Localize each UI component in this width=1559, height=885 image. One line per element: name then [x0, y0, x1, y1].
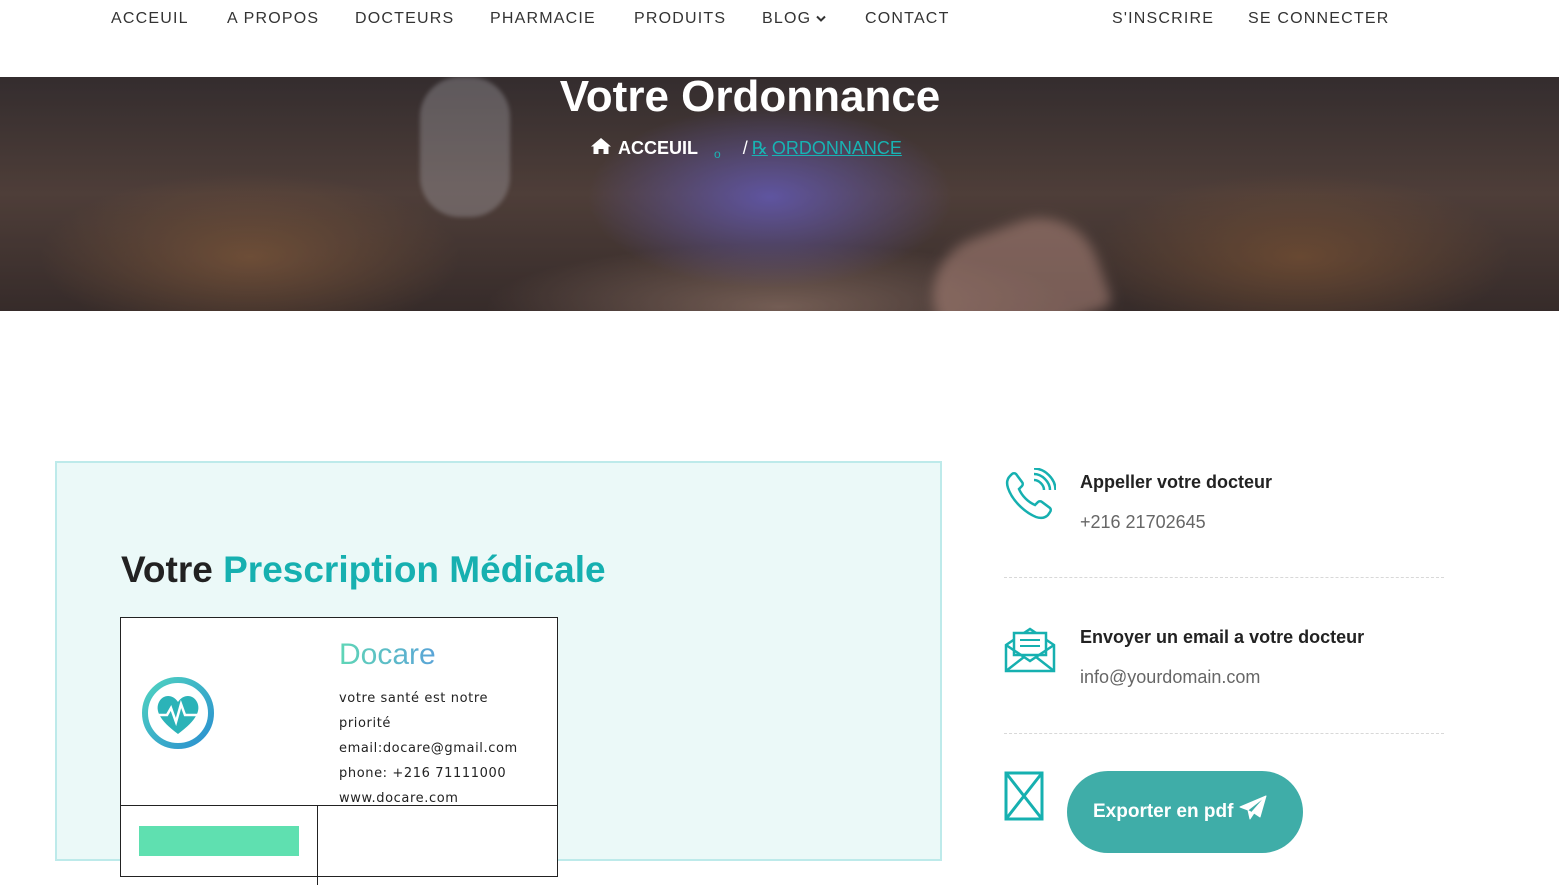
prescription-document: Docare votre santé est notre priorité em…: [120, 617, 558, 885]
prescription-card: Votre Prescription Médicale Docare votre…: [55, 461, 942, 885]
contact-divider: [1004, 733, 1444, 734]
call-doctor-block: Appeller votre docteur +216 21702645: [1004, 467, 1444, 568]
heading-accent: Prescription Médicale: [223, 549, 606, 590]
nav-blog-label: BLOG: [762, 10, 812, 28]
table-header-cell: [139, 826, 299, 856]
nav-acceuil[interactable]: ACCEUIL: [111, 10, 189, 28]
breadcrumb-separator: /: [742, 137, 748, 158]
nav-se-connecter[interactable]: SE CONNECTER: [1248, 10, 1390, 28]
table-column-divider: [317, 805, 318, 885]
nav-produits[interactable]: PRODUITS: [634, 10, 726, 28]
prescription-icon: ℞: [751, 137, 768, 158]
nav-blog[interactable]: BLOG: [762, 10, 826, 28]
heart-logo-icon: [139, 674, 217, 752]
clinic-info: votre santé est notre priorité email:doc…: [339, 686, 539, 811]
contact-divider: [1004, 577, 1444, 578]
call-title: Appeller votre docteur: [1080, 472, 1273, 492]
chevron-down-icon: [816, 10, 826, 28]
clinic-email: email:docare@gmail.com: [339, 741, 518, 756]
nav-pharmacie[interactable]: PHARMACIE: [490, 10, 596, 28]
email-address[interactable]: info@yourdomain.com: [1080, 667, 1260, 688]
email-doctor-block: Envoyer un email a votre docteur info@yo…: [1004, 623, 1444, 723]
clinic-info-line: priorité: [339, 716, 392, 731]
breadcrumb-home-link[interactable]: ACCEUIL: [590, 137, 698, 160]
breadcrumb-home-label: ACCEUIL: [618, 137, 698, 158]
email-title: Envoyer un email a votre docteur: [1080, 627, 1365, 647]
call-phone-number[interactable]: +216 21702645: [1080, 512, 1206, 533]
home-icon: [590, 137, 618, 160]
top-navigation: ACCEUIL A PROPOS DOCTEURS PHARMACIE PROD…: [0, 0, 1559, 77]
file-x-icon: [1004, 771, 1044, 826]
page-title: Votre Ordonnance: [559, 77, 941, 121]
prescription-heading: Votre Prescription Médicale: [121, 549, 606, 591]
nav-sinscrire[interactable]: S'INSCRIRE: [1112, 10, 1214, 28]
breadcrumb-current-link[interactable]: ℞ ORDONNANCE: [752, 138, 902, 159]
heading-plain: Votre: [121, 549, 213, 590]
paper-plane-icon: [1233, 795, 1267, 827]
breadcrumb-dot-icon: o: [714, 147, 721, 161]
export-pdf-label: Exporter en pdf: [1093, 801, 1234, 822]
phone-ringing-icon: [1004, 467, 1057, 527]
nav-docteurs[interactable]: DOCTEURS: [355, 10, 454, 28]
table-divider: [121, 805, 557, 806]
breadcrumb-current-label: ORDONNANCE: [771, 137, 902, 158]
export-pdf-button[interactable]: Exporter en pdf: [1067, 771, 1303, 853]
hero-banner: Votre Ordonnance ACCEUIL o / ℞ ORDONNANC…: [0, 77, 1559, 311]
envelope-icon: [1004, 627, 1056, 678]
nav-contact[interactable]: CONTACT: [865, 10, 950, 28]
clinic-info-line: votre santé est notre: [339, 691, 489, 706]
clinic-phone: phone: +216 71111000: [339, 766, 507, 781]
nav-a-propos[interactable]: A PROPOS: [227, 10, 319, 28]
clinic-website: www.docare.com: [339, 791, 459, 806]
brand-name: Docare: [339, 638, 436, 671]
breadcrumb: ACCEUIL o / ℞ ORDONNANCE: [590, 135, 902, 161]
